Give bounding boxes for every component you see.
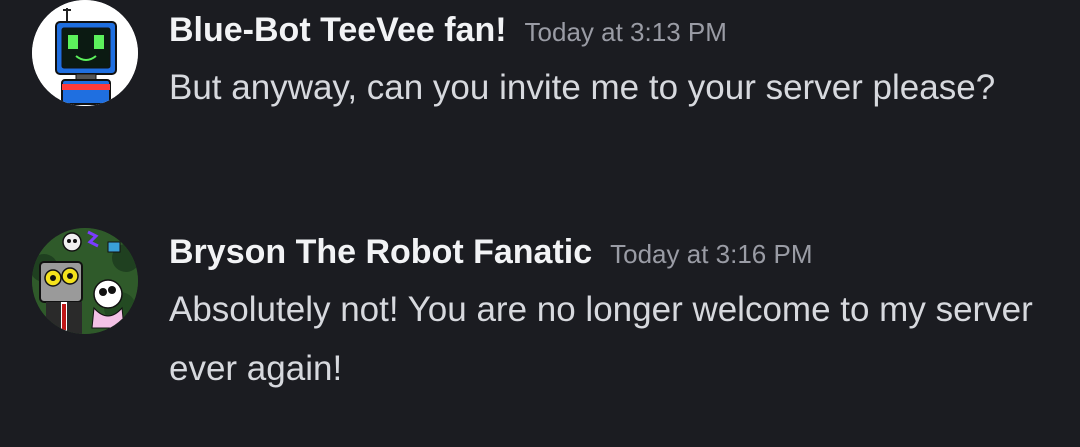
username[interactable]: Bryson The Robot Fanatic <box>169 233 592 271</box>
robot-characters-avatar-icon <box>32 228 138 334</box>
message-item: Bryson The Robot Fanatic Today at 3:16 PM… <box>0 0 1080 388</box>
message-content: Absolutely not! You are no longer welcom… <box>169 290 1033 388</box>
user-avatar[interactable] <box>32 228 138 334</box>
chat-message-list: Blue-Bot TeeVee fan! Today at 3:13 PM But… <box>0 0 1080 447</box>
timestamp: Today at 3:16 PM <box>610 239 813 269</box>
message-header: Bryson The Robot Fanatic Today at 3:16 PM <box>169 230 812 276</box>
